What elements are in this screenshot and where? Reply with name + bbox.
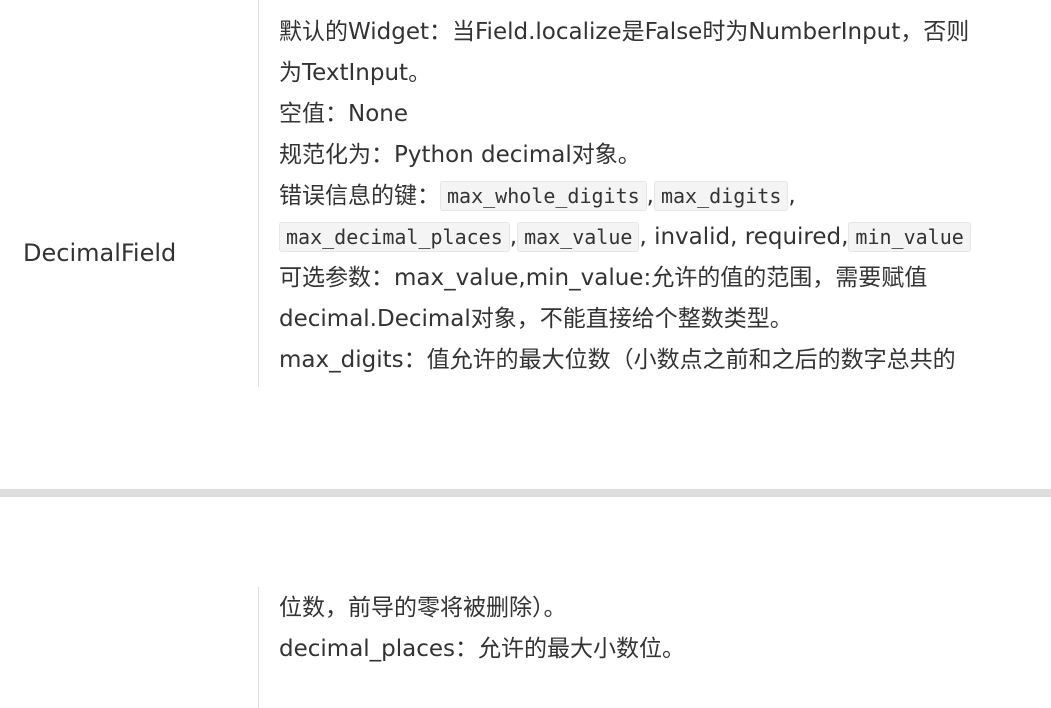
page-break-divider — [0, 489, 1051, 497]
error-key-code: min_value — [848, 222, 971, 252]
empty-value-text: 空值：None — [279, 101, 409, 127]
error-key-code: max_value — [517, 222, 640, 252]
field-name-cell: DecimalField — [23, 239, 177, 267]
default-widget-text-cont: 为TextInput。 — [279, 60, 432, 86]
table-column-divider — [258, 0, 259, 387]
error-keys-line: 错误信息的键： max_whole_digits, max_digits, — [279, 181, 796, 211]
error-keys-label: 错误信息的键： — [279, 183, 440, 209]
optional-args-text-cont: decimal.Decimal对象，不能直接给个整数类型。 — [279, 306, 793, 332]
error-key-code: max_decimal_places — [279, 222, 510, 252]
field-description-cell-continued: 位数，前导的零将被删除）。 decimal_places：允许的最大小数位。 — [279, 588, 1029, 670]
error-key-code: max_whole_digits — [440, 181, 647, 211]
field-description-cell: 默认的Widget：当Field.localize是False时为NumberI… — [279, 12, 1029, 387]
error-keys-plain: invalid, required, — [654, 224, 849, 250]
normalizes-to-text: 规范化为：Python decimal对象。 — [279, 142, 641, 168]
error-keys-line: max_decimal_places, max_value, invalid, r… — [279, 217, 1029, 258]
error-key-code: max_digits — [653, 181, 789, 211]
table-column-divider — [258, 587, 259, 708]
max-digits-text-cont: 位数，前导的零将被删除）。 — [279, 595, 567, 621]
decimal-places-text: decimal_places：允许的最大小数位。 — [279, 636, 686, 662]
optional-args-text: 可选参数：max_value,min_value:允许的值的范围，需要赋值 — [279, 265, 928, 291]
max-digits-text: max_digits：值允许的最大位数（小数点之前和之后的数字总共的 — [279, 347, 956, 373]
default-widget-text: 默认的Widget：当Field.localize是False时为NumberI… — [279, 19, 970, 45]
